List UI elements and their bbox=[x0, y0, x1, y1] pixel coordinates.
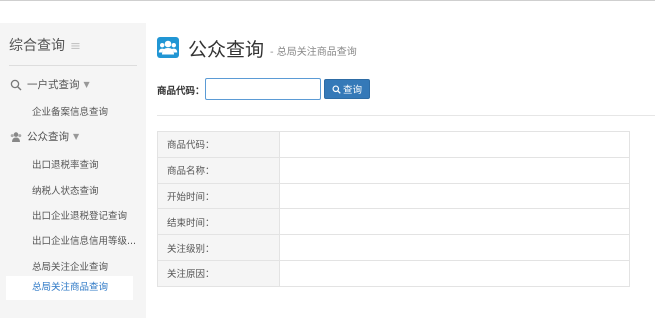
table-row: 结束时间： bbox=[157, 208, 630, 236]
sidebar-item-taxpayer-status[interactable]: 纳税人状态查询 bbox=[32, 183, 99, 197]
page-subtitle: - 总局关注商品查询 bbox=[270, 47, 357, 58]
table-row: 开始时间： bbox=[157, 182, 630, 210]
sidebar-group-public[interactable]: 公众查询 ▼ bbox=[10, 129, 79, 144]
top-border bbox=[0, 0, 655, 1]
menu-bars-icon[interactable]: ≡ bbox=[70, 39, 81, 54]
page-title: 公众查询 bbox=[188, 39, 265, 61]
field-value bbox=[279, 131, 630, 158]
sidebar-item-watched-enterprises[interactable]: 总局关注企业查询 bbox=[32, 259, 108, 273]
search-icon bbox=[10, 79, 22, 91]
field-label: 结束时间： bbox=[157, 208, 280, 236]
query-button[interactable]: 查询 bbox=[324, 79, 370, 99]
query-button-label: 查询 bbox=[342, 85, 362, 96]
chevron-down-icon: ▼ bbox=[83, 80, 90, 89]
table-row: 商品名称： bbox=[157, 156, 630, 184]
section-divider bbox=[157, 115, 655, 116]
sidebar-group-label: 公众查询 bbox=[27, 131, 69, 143]
sidebar-item-credit-level[interactable]: 出口企业信息信用等级... bbox=[32, 233, 136, 247]
sidebar-item-enterprise-filing[interactable]: 企业备案信息查询 bbox=[32, 104, 108, 118]
field-value bbox=[279, 234, 630, 261]
users-icon bbox=[10, 131, 22, 143]
sidebar-item-export-rebate-rate[interactable]: 出口退税率查询 bbox=[32, 157, 99, 171]
sidebar-title-label: 综合查询 bbox=[9, 38, 65, 54]
sidebar-group-label: 一户式查询 bbox=[27, 79, 80, 91]
sidebar-group-yihushi[interactable]: 一户式查询 ▼ bbox=[10, 77, 90, 92]
product-code-input[interactable] bbox=[205, 78, 321, 100]
field-label: 商品代码： bbox=[157, 131, 280, 158]
field-value bbox=[279, 182, 630, 210]
search-icon bbox=[332, 84, 341, 94]
chevron-down-icon: ▼ bbox=[73, 132, 80, 141]
goods-info-table: 商品代码： 商品名称： 开始时间： 结束时间： 关注级别： 关注原因： bbox=[157, 131, 630, 287]
sidebar-divider bbox=[9, 65, 137, 66]
field-value bbox=[279, 259, 630, 287]
field-value bbox=[279, 156, 630, 184]
sidebar: 综合查询 ≡ 一户式查询 ▼ 企业备案信息查询 公众查询 ▼ 出口退税率查询 纳税… bbox=[0, 23, 146, 318]
field-label: 关注级别： bbox=[157, 234, 280, 261]
sidebar-item-export-rebate-registration[interactable]: 出口企业退税登记查询 bbox=[32, 208, 127, 222]
table-row: 关注原因： bbox=[157, 259, 630, 287]
field-label: 商品名称： bbox=[157, 156, 280, 184]
product-code-label: 商品代码： bbox=[157, 86, 205, 97]
sidebar-item-watched-goods[interactable]: 总局关注商品查询 bbox=[6, 276, 133, 300]
field-value bbox=[279, 208, 630, 236]
users-icon bbox=[157, 37, 179, 58]
sidebar-title: 综合查询 ≡ bbox=[9, 35, 81, 55]
field-label: 关注原因： bbox=[157, 259, 280, 287]
table-row: 关注级别： bbox=[157, 234, 630, 261]
table-row: 商品代码： bbox=[157, 131, 630, 158]
field-label: 开始时间： bbox=[157, 182, 280, 210]
